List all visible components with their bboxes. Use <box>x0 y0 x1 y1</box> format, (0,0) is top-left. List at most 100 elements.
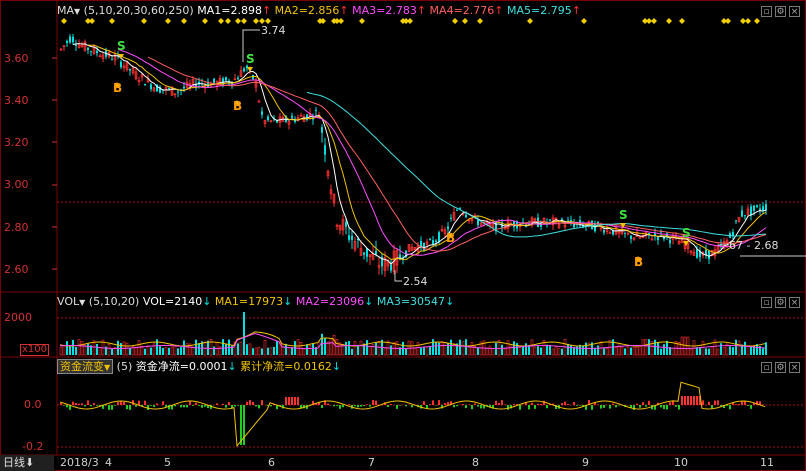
volume-bar <box>75 347 77 355</box>
volume-ma-value: MA3=30547 <box>373 295 446 308</box>
volume-bar <box>423 346 425 355</box>
volume-bar <box>144 348 146 355</box>
volume-bar <box>630 347 632 355</box>
fund-flow-bar <box>153 405 155 407</box>
x-axis-label: 5 <box>164 456 171 469</box>
period-selector[interactable]: 日线⬇ <box>0 455 54 471</box>
fund-flow-bar <box>117 402 119 405</box>
maximize-icon[interactable]: ▫ <box>761 297 772 308</box>
volume-bar <box>617 343 621 356</box>
volume-bar <box>371 344 375 356</box>
signal-diamond <box>651 18 657 24</box>
maximize-icon[interactable]: ▫ <box>761 6 772 17</box>
volume-bar <box>359 340 363 356</box>
candle-body <box>90 51 92 53</box>
close-icon[interactable]: × <box>789 6 800 17</box>
maximize-icon[interactable]: ▫ <box>761 362 772 373</box>
fund-flow-bar <box>429 404 431 405</box>
volume-bar <box>477 347 479 355</box>
ma-value: MA5=2.795 <box>503 4 572 17</box>
volume-bar <box>140 345 144 356</box>
candle-body <box>243 68 245 72</box>
chevron-down-icon[interactable]: ▼ <box>74 7 80 16</box>
fund-flow-bar <box>456 405 458 407</box>
volume-bar <box>533 346 537 356</box>
fund-flow-bar <box>174 405 176 407</box>
volume-bar <box>252 348 254 355</box>
fund-flow-bar <box>354 405 356 407</box>
volume-bar <box>561 348 563 355</box>
chevron-down-icon[interactable]: ▼ <box>79 298 85 307</box>
fund-flow-bar <box>690 396 692 405</box>
fund-values: 资金净流=0.0001↓ 累计净流=0.0162↓ <box>136 360 341 373</box>
fund-flow-bar <box>576 405 578 406</box>
fund-flow-bar <box>732 403 734 405</box>
candle-body <box>87 47 89 51</box>
volume-bar <box>80 341 84 356</box>
x-axis-label: 6 <box>268 456 275 469</box>
volume-bar <box>377 340 381 356</box>
arrow-down-icon: ↓ <box>364 295 374 308</box>
fund-flow-value: 资金净流=0.0001 <box>135 360 228 373</box>
volume-values: VOL=2140↓ MA1=17973↓ MA2=23096↓ MA3=3054… <box>143 295 454 308</box>
fund-flow-bar <box>519 405 521 410</box>
fund-y-tick-label: -0.2 <box>22 440 44 453</box>
settings-icon[interactable]: ⚙ <box>775 362 786 373</box>
fund-flow-bar <box>438 400 440 405</box>
candle-body <box>345 222 347 227</box>
fund-flow-bar <box>615 405 617 408</box>
volume-bar <box>183 340 185 355</box>
fund-flow-bar <box>78 403 80 405</box>
settings-icon[interactable]: ⚙ <box>775 6 786 17</box>
fund-flow-bar <box>135 405 137 407</box>
volume-bar <box>683 336 687 356</box>
stock-chart[interactable]: 3.74 2.54 67 - 2.68 B S B S B S B S <box>0 0 806 471</box>
volume-bar <box>660 348 662 355</box>
main-indicator-name[interactable]: MA <box>57 4 74 17</box>
candle-body <box>267 116 269 121</box>
close-icon[interactable]: × <box>789 297 800 308</box>
fund-flow-bar <box>411 405 413 408</box>
candle-body <box>630 235 632 239</box>
fund-flow-bar <box>390 404 392 405</box>
candle-body <box>477 219 479 226</box>
fund-flow-bar <box>246 401 248 405</box>
volume-bar <box>72 339 74 355</box>
candle-body <box>603 230 605 233</box>
fund-flow-bar <box>126 405 128 410</box>
range-label: 67 - 2.68 <box>729 239 778 252</box>
x-axis-label: 9 <box>582 456 589 469</box>
close-icon[interactable]: × <box>789 362 800 373</box>
ma-value: MA4=2.776 <box>426 4 495 17</box>
settings-icon[interactable]: ⚙ <box>775 297 786 308</box>
candle-body <box>549 219 551 221</box>
candle-body <box>225 77 227 81</box>
volume-bar <box>390 345 392 355</box>
fund-flow-bar <box>339 405 341 409</box>
volume-bar <box>368 346 372 356</box>
fund-flow-bar <box>363 405 365 407</box>
fund-flow-bar <box>660 405 662 408</box>
volume-bar <box>296 339 300 356</box>
fund-flow-bar <box>603 405 605 408</box>
candle-body <box>762 206 764 211</box>
fund-indicator-select[interactable]: 资金流变▼ <box>57 359 114 374</box>
volume-bar <box>710 346 714 356</box>
arrow-up-icon: ↑ <box>339 4 349 17</box>
fund-flow-bar <box>285 397 287 405</box>
fund-flow-bar <box>681 396 683 405</box>
volume-unit-label: x100 <box>20 344 50 356</box>
fund-flow-bar <box>222 403 224 405</box>
volume-bar <box>170 346 174 356</box>
fund-flow-bar <box>252 401 254 405</box>
fund-flow-bar <box>90 405 92 407</box>
fund-flow-bar <box>747 405 749 406</box>
volume-indicator-name[interactable]: VOL <box>57 295 79 308</box>
volume-bar <box>198 343 200 355</box>
volume-bar <box>239 341 243 356</box>
fund-indicator-params: (5) <box>116 360 133 373</box>
fund-flow-bar <box>180 405 182 408</box>
volume-bar <box>285 343 287 355</box>
candle-body <box>447 226 449 230</box>
volume-panel-header: VOL▼ (5,10,20) VOL=2140↓ MA1=17973↓ MA2=… <box>57 294 454 310</box>
